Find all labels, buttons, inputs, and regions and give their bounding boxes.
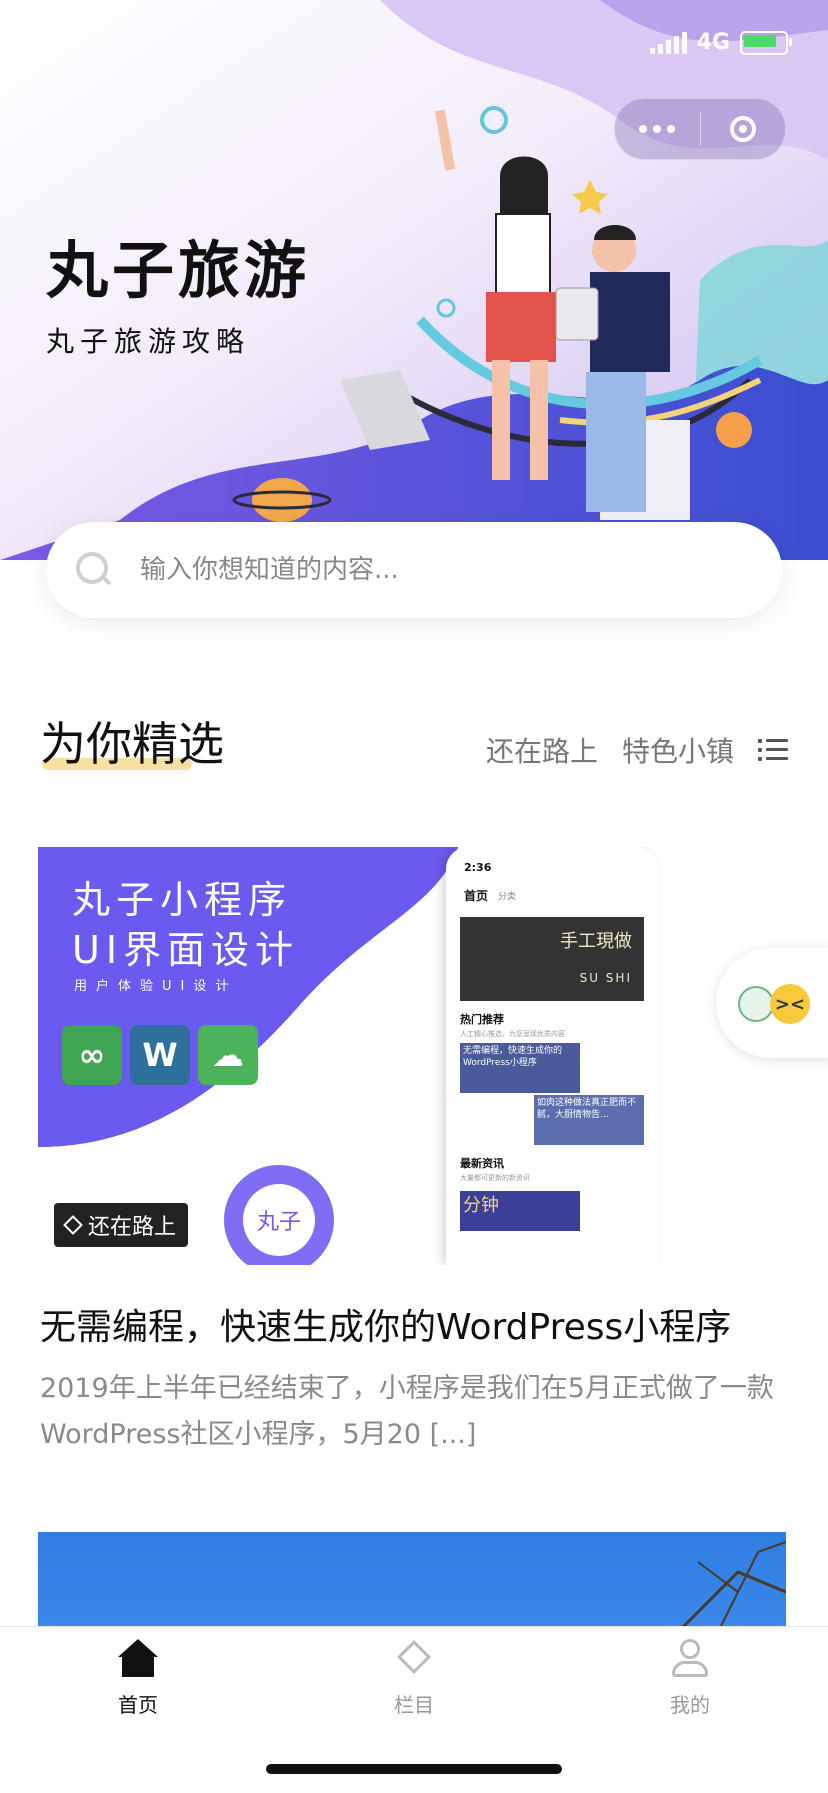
category-badge-label: 还在路上 [88, 1215, 177, 1240]
wordpress-icon: W [130, 1025, 190, 1085]
phone-block-1: 无需编程，快速生成你的WordPress小程序 [460, 1043, 580, 1093]
tab-home-label: 首页 [118, 1693, 158, 1717]
signal-icon [649, 31, 687, 54]
next-post-cover-image[interactable] [38, 1532, 786, 1632]
cover-title-line2: UI界面设计 [72, 928, 300, 972]
section-header: 为你精选 还在路上 特色小镇 [40, 708, 788, 771]
category-badge: 还在路上 [54, 1203, 189, 1247]
post-cover-image[interactable]: 丸子小程序 UI界面设计 用户体验UI设计 ∞ W ☁ 丸子 还在路上 2:36… [38, 847, 786, 1265]
section-links: 还在路上 特色小镇 [486, 730, 788, 770]
phone-banner-line1: 手工現做 [560, 931, 632, 952]
home-indicator [266, 1764, 562, 1774]
page-subtitle: 丸子旅游攻略 [46, 325, 251, 358]
tab-mine[interactable]: 我的 [552, 1637, 828, 1718]
phone-tab-home: 首页 [464, 889, 489, 903]
phone-block-2: 如肉这种做法真正肥而不腻，大厨情物告... [534, 1095, 644, 1145]
phone-section-news: 最新资讯 [460, 1157, 504, 1170]
post-title[interactable]: 无需编程，快速生成你的WordPress小程序 [40, 1298, 731, 1350]
tab-mine-label: 我的 [670, 1693, 710, 1717]
service-icon [738, 986, 774, 1022]
battery-icon [740, 30, 792, 55]
target-icon [729, 116, 756, 142]
mini-program-capsule [614, 98, 786, 160]
close-button[interactable] [701, 116, 786, 142]
link-featured-towns[interactable]: 特色小镇 [622, 730, 734, 770]
layers-icon [63, 1215, 83, 1235]
hero-banner: 4G 丸子旅游 丸子旅游攻略 [0, 0, 828, 560]
wechat-icon: ☁ [198, 1025, 258, 1085]
phone-block-3: 分钟 [460, 1191, 580, 1231]
list-icon[interactable] [758, 737, 788, 763]
phone-time: 2:36 [464, 861, 492, 874]
more-button[interactable] [615, 125, 700, 133]
section-title: 为你精选 [40, 717, 224, 771]
phone-section-hot-sub: 人工精心推选，为您呈现优质内容 [460, 1030, 565, 1038]
phone-mockup: 2:36 首页 分类 手工現做 SU SHI 热门推荐 人工精心推选，为您呈现优… [446, 847, 658, 1265]
search-bar[interactable] [46, 522, 782, 618]
search-input[interactable] [138, 554, 702, 586]
user-icon [668, 1637, 712, 1681]
floating-service-button[interactable]: >< [716, 948, 828, 1058]
phone-tab-category: 分类 [498, 892, 517, 902]
link-app-icon: ∞ [62, 1025, 122, 1085]
cover-subtitle: 用户体验UI设计 [74, 979, 238, 994]
link-on-the-road[interactable]: 还在路上 [486, 730, 598, 770]
post-excerpt: 2019年上半年已经结束了，小程序是我们在5月正式做了一款WordPress社区… [40, 1373, 774, 1450]
phone-banner: 手工現做 SU SHI [460, 917, 644, 1001]
tab-category[interactable]: 栏目 [276, 1637, 552, 1718]
status-bar: 4G [649, 30, 792, 55]
tab-home[interactable]: 首页 [0, 1637, 276, 1718]
flower-badge: 丸子 [224, 1165, 334, 1265]
emoji-icon: >< [770, 984, 810, 1024]
home-icon [116, 1637, 160, 1681]
network-label: 4G [696, 30, 730, 55]
phone-section-hot: 热门推荐 [460, 1013, 504, 1026]
category-icon [392, 1637, 436, 1681]
tree-branches [676, 1541, 786, 1632]
tab-category-label: 栏目 [394, 1693, 434, 1717]
page-title: 丸子旅游 [46, 234, 311, 307]
cover-title-line1: 丸子小程序 [72, 878, 293, 922]
search-icon [74, 550, 114, 590]
phone-section-news-sub: 大量都可更新的新资讯 [460, 1174, 530, 1182]
phone-banner-line2: SU SHI [579, 971, 632, 985]
